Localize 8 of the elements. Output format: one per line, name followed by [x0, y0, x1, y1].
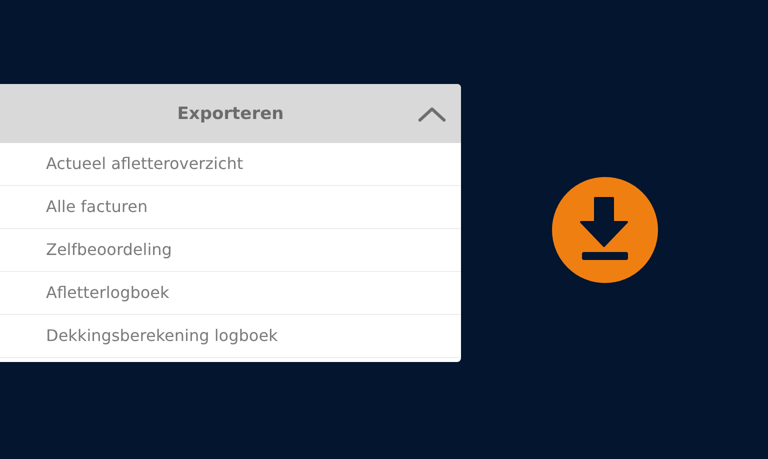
menu-item[interactable]: Alle facturen [0, 186, 461, 229]
export-header[interactable]: Exporteren [0, 84, 461, 143]
menu-item[interactable]: Afletterlogboek [0, 272, 461, 315]
download-icon [550, 176, 658, 284]
chevron-up-icon [418, 106, 446, 122]
menu-item[interactable]: Dekkingsberekening logboek [0, 315, 461, 358]
menu-item[interactable]: Actueel afletteroverzicht [0, 143, 461, 186]
menu-item[interactable]: Zelfbeoordeling [0, 229, 461, 272]
